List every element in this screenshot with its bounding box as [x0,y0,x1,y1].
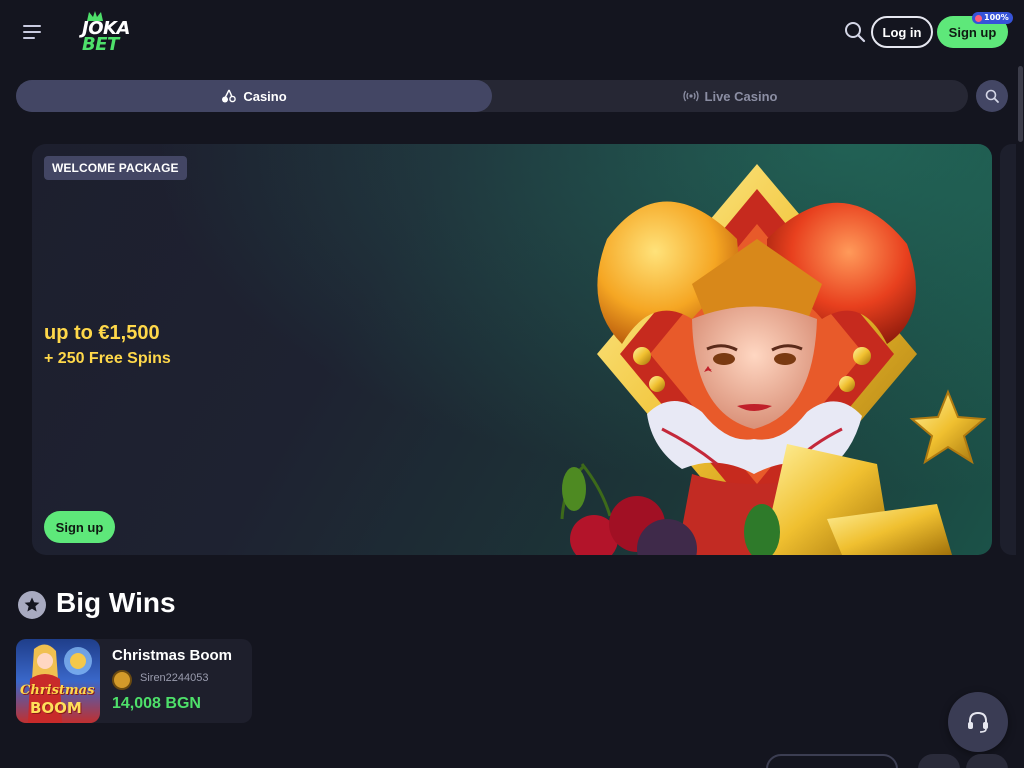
banner-signup-button[interactable]: Sign up [44,511,115,543]
win-username: Siren2244053 [140,672,209,684]
gift-icon [975,14,982,22]
scrollbar-thumb[interactable] [1018,66,1023,142]
welcome-banner[interactable]: WELCOME PACKAGE up to €1,500 + 250 Free … [32,144,992,555]
avatar [112,670,132,690]
page-scrollbar[interactable] [1016,64,1024,768]
big-wins-title: Big Wins [56,587,176,618]
next-section-control[interactable] [766,754,898,768]
star-icon [18,591,46,619]
tab-casino-label: Casino [243,88,287,104]
menu-icon[interactable] [20,22,44,42]
top-header: JOKA BET Log in Sign up 100% [0,0,1024,64]
support-chat-button[interactable] [948,692,1008,752]
thumbnail-title-line1: Christmas [20,683,95,698]
prev-arrow-button[interactable] [918,754,960,768]
headset-icon [968,711,988,733]
thumbnail-title-line2: BOOM [30,699,82,717]
category-tabs: Casino Live Casino [16,80,968,112]
big-win-card[interactable]: Christmas BOOM Christmas Boom Siren22440… [16,639,252,723]
login-button[interactable]: Log in [871,16,933,48]
search-icon[interactable] [842,19,868,45]
offer-free-spins: + 250 Free Spins [44,350,171,367]
win-game-name: Christmas Boom [112,647,233,664]
joka-bet-logo[interactable]: JOKA BET [80,10,150,54]
game-search-button[interactable] [976,80,1008,112]
tab-live-casino-label: Live Casino [704,88,778,104]
win-amount: 14,008 BGN [112,695,201,712]
banner-tag: WELCOME PACKAGE [44,156,187,180]
tab-casino[interactable]: Casino [16,80,492,112]
offer-amount: up to €1,500 [44,322,160,344]
tab-live-casino[interactable]: Live Casino [492,80,968,112]
jester-illustration [560,164,987,555]
game-thumbnail[interactable]: Christmas BOOM [16,639,100,723]
cherries-icon [222,89,237,103]
search-icon [985,89,999,103]
logo-bottom-text: BET [82,34,119,55]
next-banner-peek[interactable] [1000,144,1016,555]
broadcast-icon [682,90,699,102]
next-arrow-button[interactable] [966,754,1008,768]
bonus-badge-text: 100% [984,13,1009,22]
bonus-badge: 100% [972,12,1013,24]
